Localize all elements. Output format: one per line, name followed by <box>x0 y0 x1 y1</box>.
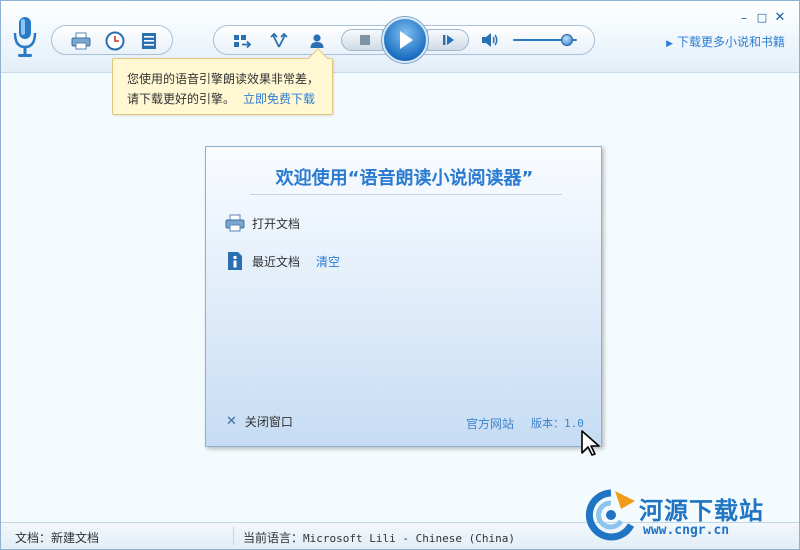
close-x-icon: ✕ <box>226 414 237 429</box>
version-label: 版本：1.0 <box>531 417 584 430</box>
status-language: 当前语言：Microsoft Lili - Chinese (China) <box>243 531 515 545</box>
info-document-icon <box>224 251 246 271</box>
list-button[interactable] <box>138 30 160 52</box>
open-document-row[interactable]: 打开文档 <box>224 213 300 233</box>
close-panel-button[interactable]: ✕ 关闭窗口 <box>226 413 293 430</box>
more-books-link[interactable]: ▶ 下载更多小说和书籍 <box>666 33 785 50</box>
clear-recent-link[interactable]: 清空 <box>316 253 340 270</box>
official-site-link[interactable]: 官方网站 <box>466 415 514 432</box>
welcome-panel: 欢迎使用“语音朗读小说阅读器” 打开文档 最近文档 清空 ✕ 关闭窗口 官方网站… <box>205 146 602 447</box>
recent-documents-label[interactable]: 最近文档 <box>252 253 300 270</box>
printer-icon <box>224 213 246 233</box>
shuffle-button[interactable] <box>268 30 290 52</box>
user-icon <box>310 34 324 48</box>
status-language-value: Microsoft Lili - Chinese (China) <box>303 532 515 545</box>
free-download-link[interactable]: 立即免费下载 <box>243 92 315 106</box>
clock-icon <box>105 31 125 51</box>
next-icon <box>443 35 454 45</box>
engine-tooltip: 您使用的语音引擎朗读效果非常差， 请下载更好的引擎。 立即免费下载 <box>112 48 333 115</box>
title-divider <box>250 194 562 195</box>
stop-icon <box>360 35 370 45</box>
watermark-name: 河源下载站 <box>639 497 764 525</box>
recent-documents-row: 最近文档 清空 <box>224 251 340 271</box>
watermark-url: www.cngr.cn <box>643 523 730 538</box>
tooltip-line-2: 请下载更好的引擎。 立即免费下载 <box>127 92 316 106</box>
welcome-title: 欢迎使用“语音朗读小说阅读器” <box>275 168 534 189</box>
watermark-logo-icon <box>585 489 635 541</box>
watermark: 河源下载站 www.cngr.cn <box>581 485 800 545</box>
timer-button[interactable] <box>104 30 126 52</box>
status-document: 文档：新建文档 <box>15 531 100 545</box>
mode-button[interactable] <box>232 30 254 52</box>
volume-icon[interactable] <box>481 32 499 48</box>
print-button[interactable] <box>70 30 92 52</box>
list-icon <box>142 33 156 49</box>
maximize-button[interactable]: □ <box>755 11 769 25</box>
stop-button[interactable] <box>341 29 383 51</box>
app-window: – □ ✕ ▶ 下载更多小说和书籍 您使用的语音引擎朗读效果非常差， 请下载更好的… <box>0 0 800 550</box>
grid-arrow-icon <box>234 35 252 49</box>
status-separator <box>233 527 234 545</box>
open-document-link[interactable]: 打开文档 <box>252 215 300 232</box>
tool-group <box>51 25 173 55</box>
close-window-button[interactable]: ✕ <box>773 11 787 25</box>
status-document-name: 新建文档 <box>51 531 100 545</box>
play-button[interactable] <box>382 17 428 63</box>
printer-icon <box>71 32 91 50</box>
minimize-button[interactable]: – <box>737 11 751 25</box>
microphone-logo-icon <box>13 17 37 57</box>
shuffle-icon <box>270 33 288 48</box>
tooltip-line-1: 您使用的语音引擎朗读效果非常差， <box>127 72 320 86</box>
mouse-cursor-icon <box>581 430 600 456</box>
next-button[interactable] <box>427 29 469 51</box>
close-panel-label: 关闭窗口 <box>244 415 293 429</box>
play-icon <box>400 31 413 49</box>
triangle-right-icon: ▶ <box>666 39 673 49</box>
